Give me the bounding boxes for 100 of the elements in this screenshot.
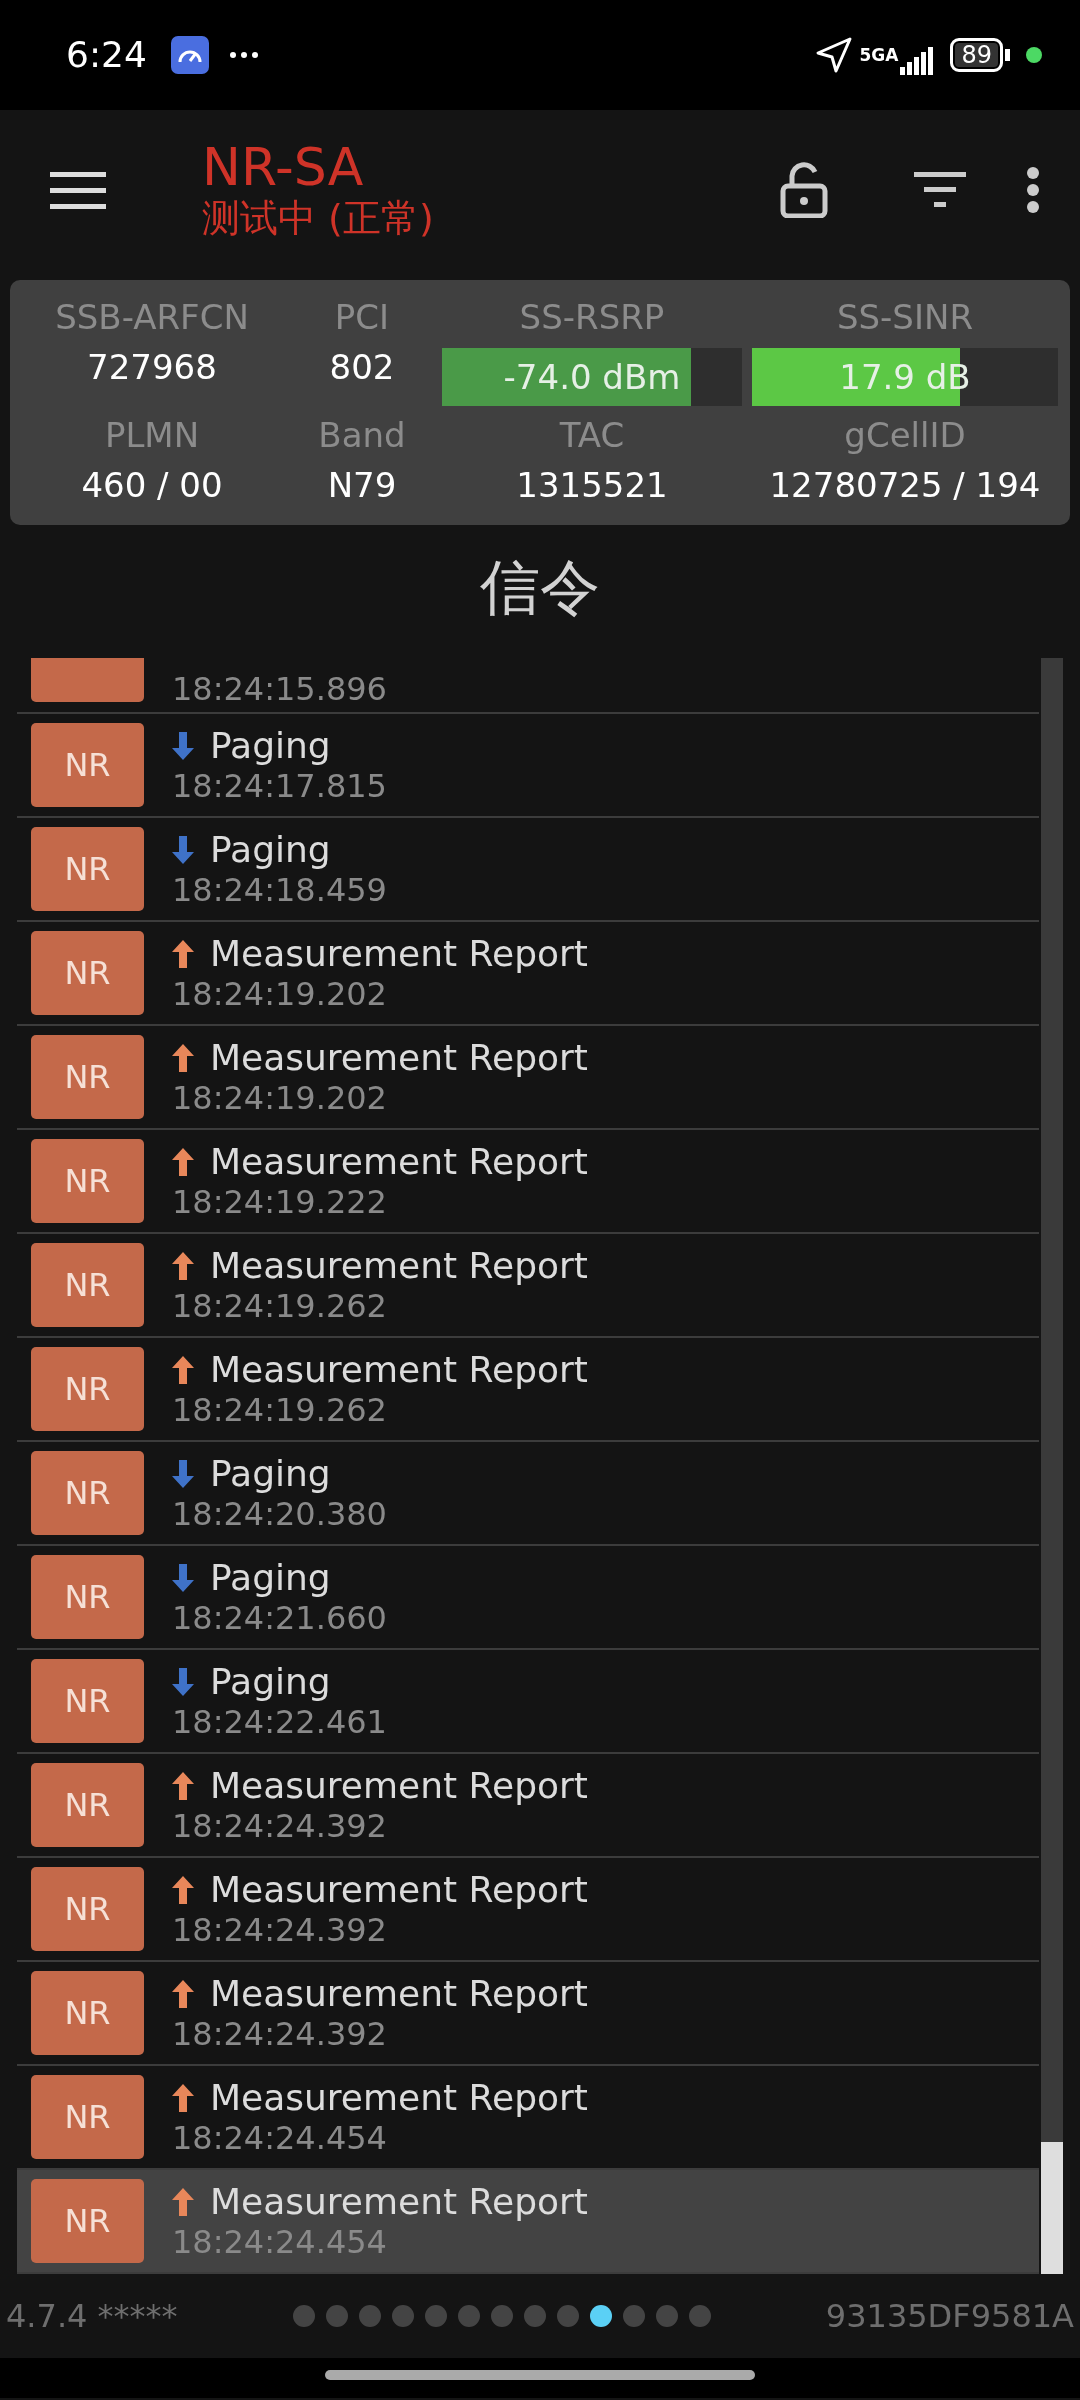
message-row[interactable]: NR Paging 18:24:21.660 bbox=[17, 1546, 1039, 1650]
message-row[interactable]: 18:24:15.896 bbox=[17, 658, 1039, 714]
message-row[interactable]: NR Measurement Report 18:24:24.392 bbox=[17, 1858, 1039, 1962]
up-arrow-icon bbox=[172, 1147, 194, 1176]
device-id-text: 93135DF9581A bbox=[825, 2296, 1074, 2337]
message-time: 18:24:19.202 bbox=[172, 1079, 388, 1118]
message-time: 18:24:24.454 bbox=[172, 2223, 388, 2262]
message-row[interactable]: NR Measurement Report 18:24:19.262 bbox=[17, 1234, 1039, 1338]
message-row[interactable]: NR Measurement Report 18:24:19.202 bbox=[17, 922, 1039, 1026]
field-label: PLMN bbox=[103, 414, 201, 457]
up-arrow-icon bbox=[172, 1251, 194, 1280]
clock-text: 6:24 bbox=[66, 33, 147, 77]
rat-badge: NR bbox=[31, 1243, 144, 1327]
rat-badge: NR bbox=[31, 1347, 144, 1431]
message-time: 18:24:19.202 bbox=[172, 975, 388, 1014]
page-dot[interactable] bbox=[523, 2305, 546, 2327]
menu-icon bbox=[50, 170, 106, 210]
message-row[interactable]: NR Paging 18:24:18.459 bbox=[17, 818, 1039, 922]
down-arrow-icon bbox=[172, 1563, 194, 1592]
page-dot[interactable] bbox=[622, 2305, 645, 2327]
field-value: 802 bbox=[328, 346, 396, 389]
app-title: NR-SA bbox=[202, 138, 365, 196]
up-arrow-icon bbox=[172, 939, 194, 968]
message-row[interactable]: NR Measurement Report 18:24:19.202 bbox=[17, 1026, 1039, 1130]
down-arrow-icon bbox=[172, 1459, 194, 1488]
message-time: 18:24:19.222 bbox=[172, 1183, 388, 1222]
message-name: Paging bbox=[210, 1660, 331, 1704]
message-name: Paging bbox=[210, 1452, 331, 1496]
more-options-button[interactable] bbox=[1026, 166, 1040, 214]
page-dot[interactable] bbox=[292, 2305, 315, 2327]
up-arrow-icon bbox=[172, 1043, 194, 1072]
up-arrow-icon bbox=[172, 1355, 194, 1384]
message-row[interactable]: NR Paging 18:24:22.461 bbox=[17, 1650, 1039, 1754]
message-name: Measurement Report bbox=[210, 1140, 588, 1184]
version-text: 4.7.4 ***** bbox=[6, 2296, 178, 2337]
rat-badge: NR bbox=[31, 827, 144, 911]
page-dot[interactable] bbox=[655, 2305, 678, 2327]
message-time: 18:24:24.454 bbox=[172, 2119, 388, 2158]
up-arrow-icon bbox=[172, 1875, 194, 1904]
message-name: Measurement Report bbox=[210, 932, 588, 976]
message-time: 18:24:21.660 bbox=[172, 1599, 387, 1638]
status-subtitle: 测试中 (正常) bbox=[202, 195, 434, 242]
up-arrow-icon bbox=[172, 2187, 194, 2216]
rat-badge: NR bbox=[31, 1659, 144, 1743]
field-value: N79 bbox=[326, 463, 398, 507]
page-dot[interactable] bbox=[457, 2305, 480, 2327]
filter-button[interactable] bbox=[914, 172, 966, 208]
message-name: Measurement Report bbox=[210, 2076, 588, 2120]
message-row[interactable]: NR Measurement Report 18:24:19.222 bbox=[17, 1130, 1039, 1234]
rat-badge: NR bbox=[31, 1763, 144, 1847]
rat-badge: NR bbox=[31, 1035, 144, 1119]
page-dot[interactable] bbox=[688, 2305, 711, 2327]
message-time: 18:24:24.392 bbox=[172, 1807, 388, 1846]
speedometer-app-icon bbox=[170, 36, 209, 74]
lock-button[interactable] bbox=[780, 162, 828, 218]
page-dot[interactable] bbox=[490, 2305, 513, 2327]
field-label: gCellID bbox=[843, 414, 967, 457]
field-label: Band bbox=[317, 414, 407, 457]
message-time: 18:24:19.262 bbox=[172, 1287, 388, 1326]
home-indicator[interactable] bbox=[325, 2370, 755, 2380]
message-time: 18:24:20.380 bbox=[172, 1495, 387, 1534]
down-arrow-icon bbox=[172, 731, 194, 760]
privacy-dot-icon bbox=[1026, 47, 1042, 63]
up-arrow-icon bbox=[172, 1771, 194, 1800]
rat-badge: NR bbox=[31, 1555, 144, 1639]
section-title: 信令 bbox=[479, 551, 601, 624]
page-dot[interactable] bbox=[325, 2305, 348, 2327]
page-dot[interactable] bbox=[589, 2305, 612, 2327]
message-row[interactable]: NR Measurement Report 18:24:19.262 bbox=[17, 1338, 1039, 1442]
rat-badge: NR bbox=[31, 723, 144, 807]
message-time: 18:24:22.461 bbox=[172, 1703, 387, 1742]
page-dot[interactable] bbox=[391, 2305, 414, 2327]
page-dot[interactable] bbox=[358, 2305, 381, 2327]
message-row[interactable]: NR Measurement Report 18:24:24.392 bbox=[17, 1962, 1039, 2066]
page-dot[interactable] bbox=[424, 2305, 447, 2327]
rat-badge: NR bbox=[31, 1451, 144, 1535]
message-name: Paging bbox=[210, 828, 331, 872]
scrollbar-thumb[interactable] bbox=[1041, 2142, 1063, 2274]
rat-badge: NR bbox=[31, 2179, 144, 2263]
unlocked-padlock-icon bbox=[780, 162, 828, 218]
battery-level-text: 89 bbox=[950, 38, 1003, 72]
field-value: 12780725 / 194 bbox=[768, 463, 1042, 507]
battery-tip-icon bbox=[1005, 49, 1010, 61]
message-name: Paging bbox=[210, 1556, 331, 1600]
rat-badge: NR bbox=[31, 2075, 144, 2159]
down-arrow-icon bbox=[172, 1667, 194, 1696]
rat-badge: NR bbox=[31, 931, 144, 1015]
location-arrow-icon bbox=[815, 37, 852, 73]
message-name: Measurement Report bbox=[210, 1036, 588, 1080]
filter-icon bbox=[914, 172, 966, 208]
message-row[interactable]: NR Measurement Report 18:24:24.454 bbox=[17, 2170, 1039, 2274]
more-notifications-icon bbox=[228, 51, 259, 59]
message-time: 18:24:15.896 bbox=[172, 669, 387, 710]
field-label: SSB-ARFCN bbox=[54, 296, 250, 340]
menu-button[interactable] bbox=[50, 170, 106, 210]
page-dot[interactable] bbox=[556, 2305, 579, 2327]
message-row[interactable]: NR Measurement Report 18:24:24.392 bbox=[17, 1754, 1039, 1858]
message-row[interactable]: NR Paging 18:24:20.380 bbox=[17, 1442, 1039, 1546]
network-type-text: 5GA bbox=[859, 46, 899, 64]
message-row[interactable]: NR Paging 18:24:17.815 bbox=[17, 714, 1039, 818]
